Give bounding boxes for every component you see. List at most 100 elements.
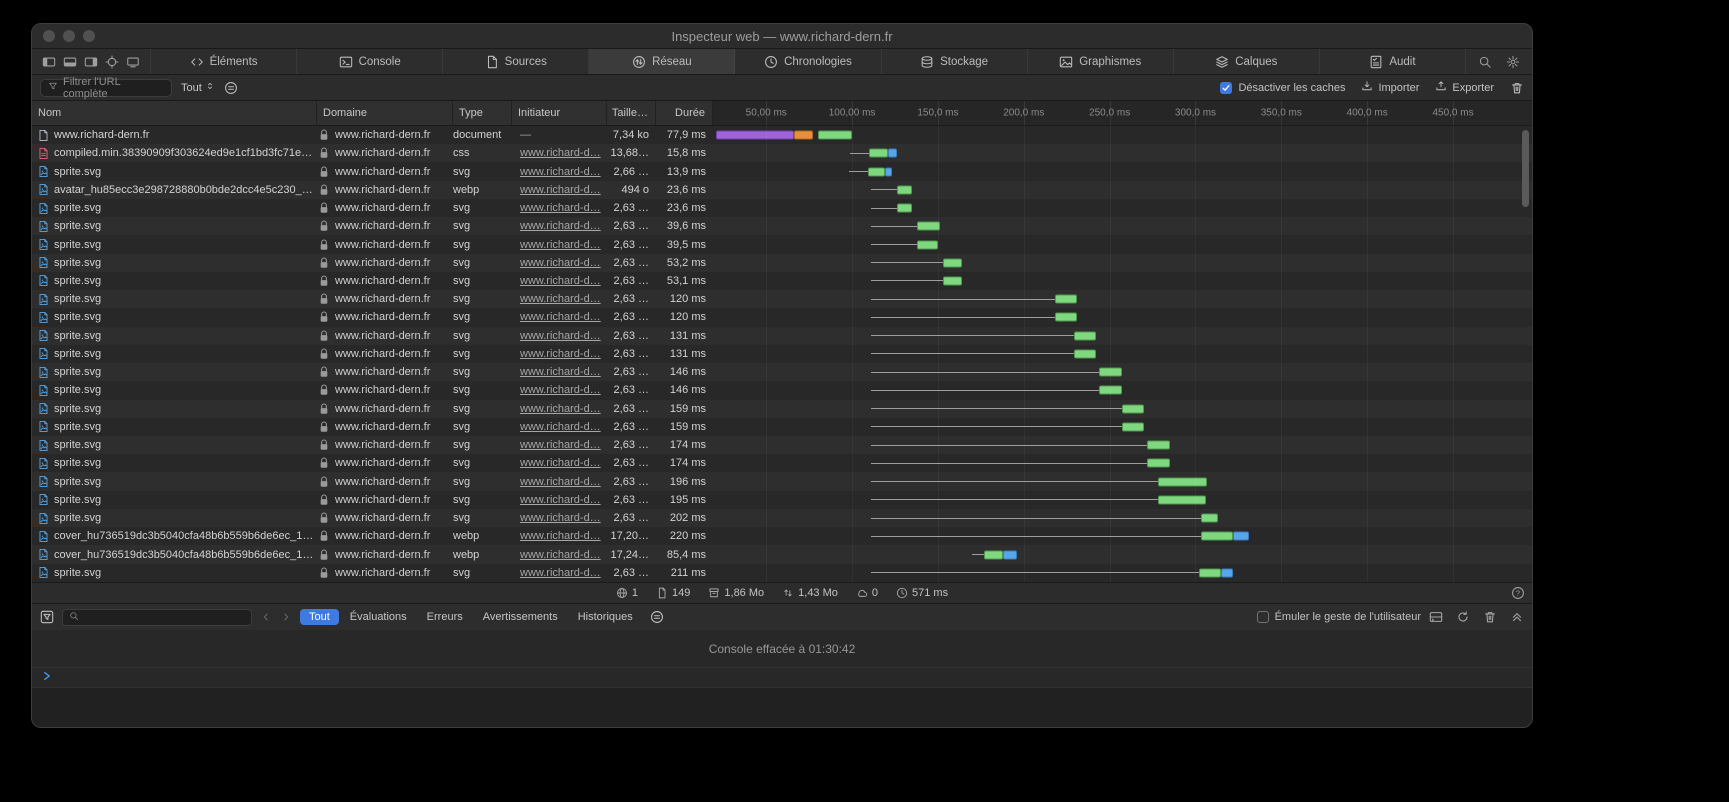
network-request-row[interactable]: sprite.svgwww.richard-dern.frsvgwww.rich… [32, 217, 1532, 235]
request-initiator[interactable]: www.richard-d… [512, 381, 607, 399]
request-initiator[interactable]: www.richard-d… [512, 400, 607, 418]
request-initiator[interactable]: www.richard-d… [512, 327, 607, 345]
filter-options-icon[interactable] [224, 81, 238, 95]
tab-audit[interactable]: Audit [1320, 49, 1466, 74]
tab-console[interactable]: Console [297, 49, 443, 74]
network-request-row[interactable]: sprite.svgwww.richard-dern.frsvgwww.rich… [32, 454, 1532, 472]
network-request-row[interactable]: sprite.svgwww.richard-dern.frsvgwww.rich… [32, 472, 1532, 490]
request-initiator[interactable]: www.richard-d… [512, 545, 607, 563]
clear-network-trash-icon[interactable] [1510, 81, 1524, 95]
column-header-duree[interactable]: Durée [656, 101, 713, 125]
network-request-row[interactable]: sprite.svgwww.richard-dern.frsvgwww.rich… [32, 254, 1532, 272]
network-request-row[interactable]: sprite.svgwww.richard-dern.frsvgwww.rich… [32, 199, 1532, 217]
network-request-row[interactable]: sprite.svgwww.richard-dern.frsvgwww.rich… [32, 509, 1532, 527]
network-request-row[interactable]: cover_hu736519dc3b5040cfa48b6b559b6de6ec… [32, 545, 1532, 563]
network-request-row[interactable]: sprite.svgwww.richard-dern.frsvgwww.rich… [32, 290, 1532, 308]
console-scope-tout[interactable]: Tout [300, 609, 339, 625]
help-icon[interactable]: ? [1511, 586, 1525, 600]
request-initiator[interactable]: www.richard-d… [512, 527, 607, 545]
network-request-row[interactable]: sprite.svgwww.richard-dern.frsvgwww.rich… [32, 272, 1532, 290]
console-scope-erreurs[interactable]: Erreurs [418, 609, 472, 625]
disable-caches-checkbox[interactable]: Désactiver les caches [1220, 82, 1345, 94]
search-icon[interactable] [1478, 55, 1492, 69]
column-header-type[interactable]: Type [453, 101, 512, 125]
request-initiator[interactable]: www.richard-d… [512, 254, 607, 272]
network-request-row[interactable]: sprite.svgwww.richard-dern.frsvgwww.rich… [32, 363, 1532, 381]
emulate-user-gesture-checkbox[interactable]: Émuler le geste de l'utilisateur [1257, 611, 1421, 623]
message-filter-icon[interactable] [40, 610, 54, 624]
network-request-row[interactable]: sprite.svgwww.richard-dern.frsvgwww.rich… [32, 345, 1532, 363]
request-initiator[interactable]: www.richard-d… [512, 345, 607, 363]
request-initiator[interactable]: www.richard-d… [512, 436, 607, 454]
panel-left-icon[interactable] [42, 55, 56, 69]
minimize-button[interactable] [63, 30, 75, 42]
console-scope-évaluations[interactable]: Évaluations [341, 609, 416, 625]
network-request-row[interactable]: sprite.svgwww.richard-dern.frsvgwww.rich… [32, 436, 1532, 454]
zoom-button[interactable] [83, 30, 95, 42]
request-initiator[interactable]: www.richard-d… [512, 162, 607, 180]
titlebar[interactable]: Inspecteur web — www.richard-dern.fr [32, 24, 1532, 49]
request-initiator[interactable]: www.richard-d… [512, 272, 607, 290]
vertical-scrollbar[interactable] [1522, 130, 1529, 207]
request-initiator[interactable]: www.richard-d… [512, 418, 607, 436]
tab-timelines[interactable]: Chronologies [735, 49, 881, 74]
tab-elements[interactable]: Éléments [151, 49, 297, 74]
request-initiator[interactable]: www.richard-d… [512, 144, 607, 162]
inspect-icon[interactable] [105, 55, 119, 69]
expand-console-icon[interactable] [1510, 610, 1524, 624]
url-filter-input[interactable]: Filtrer l'URL complète [40, 79, 172, 97]
close-button[interactable] [43, 30, 55, 42]
request-initiator[interactable]: www.richard-d… [512, 509, 607, 527]
tab-sources[interactable]: Sources [443, 49, 589, 74]
column-header-taille[interactable]: Taille… [607, 101, 656, 125]
console-search-input[interactable] [62, 609, 252, 626]
split-console-icon[interactable] [1429, 610, 1443, 624]
network-request-row[interactable]: cover_hu736519dc3b5040cfa48b6b559b6de6ec… [32, 527, 1532, 545]
request-initiator[interactable]: www.richard-d… [512, 235, 607, 253]
resource-type-dropdown[interactable]: Tout [181, 81, 215, 94]
network-request-row[interactable]: sprite.svgwww.richard-dern.frsvgwww.rich… [32, 564, 1532, 582]
console-scope-historiques[interactable]: Historiques [569, 609, 642, 625]
console-prompt[interactable] [32, 667, 1532, 687]
network-request-row[interactable]: sprite.svgwww.richard-dern.frsvgwww.rich… [32, 327, 1532, 345]
next-result-icon[interactable] [280, 611, 292, 623]
device-icon[interactable] [126, 55, 140, 69]
settings-gear-icon[interactable] [1506, 55, 1520, 69]
request-initiator[interactable]: www.richard-d… [512, 199, 607, 217]
network-request-row[interactable]: sprite.svgwww.richard-dern.frsvgwww.rich… [32, 308, 1532, 326]
request-initiator[interactable]: www.richard-d… [512, 472, 607, 490]
network-request-row[interactable]: compiled.min.38390909f303624ed9e1cf1bd3f… [32, 144, 1532, 162]
column-header-initiateur[interactable]: Initiateur [512, 101, 607, 125]
request-initiator[interactable]: www.richard-d… [512, 454, 607, 472]
network-request-row[interactable]: sprite.svgwww.richard-dern.frsvgwww.rich… [32, 491, 1532, 509]
network-request-row[interactable]: www.richard-dern.frwww.richard-dern.frdo… [32, 126, 1532, 144]
network-request-row[interactable]: avatar_hu85ecc3e298728880b0bde2dcc4e5c23… [32, 181, 1532, 199]
request-initiator[interactable]: www.richard-d… [512, 564, 607, 582]
tab-graphics[interactable]: Graphismes [1028, 49, 1174, 74]
request-initiator[interactable]: www.richard-d… [512, 290, 607, 308]
panel-right-icon[interactable] [84, 55, 98, 69]
import-button[interactable]: Importer [1361, 80, 1419, 95]
console-options-icon[interactable] [650, 610, 664, 624]
console-scope-avertissements[interactable]: Avertissements [474, 609, 567, 625]
previous-result-icon[interactable] [260, 611, 272, 623]
network-request-row[interactable]: sprite.svgwww.richard-dern.frsvgwww.rich… [32, 381, 1532, 399]
network-request-row[interactable]: sprite.svgwww.richard-dern.frsvgwww.rich… [32, 235, 1532, 253]
tab-layers[interactable]: Calques [1174, 49, 1320, 74]
activity-refresh-icon[interactable] [1456, 610, 1470, 624]
network-request-row[interactable]: sprite.svgwww.richard-dern.frsvgwww.rich… [32, 400, 1532, 418]
request-initiator[interactable]: www.richard-d… [512, 181, 607, 199]
network-request-row[interactable]: sprite.svgwww.richard-dern.frsvgwww.rich… [32, 418, 1532, 436]
panel-bottom-icon[interactable] [63, 55, 77, 69]
clear-console-trash-icon[interactable] [1483, 610, 1497, 624]
request-initiator[interactable]: www.richard-d… [512, 217, 607, 235]
column-header-nom[interactable]: Nom [32, 101, 317, 125]
column-header-domaine[interactable]: Domaine [317, 101, 453, 125]
tab-network[interactable]: Réseau [589, 49, 735, 74]
request-initiator[interactable]: www.richard-d… [512, 308, 607, 326]
network-request-row[interactable]: sprite.svgwww.richard-dern.frsvgwww.rich… [32, 162, 1532, 180]
request-initiator[interactable]: www.richard-d… [512, 491, 607, 509]
tab-storage[interactable]: Stockage [882, 49, 1028, 74]
request-initiator[interactable]: www.richard-d… [512, 363, 607, 381]
export-button[interactable]: Exporter [1435, 80, 1494, 95]
